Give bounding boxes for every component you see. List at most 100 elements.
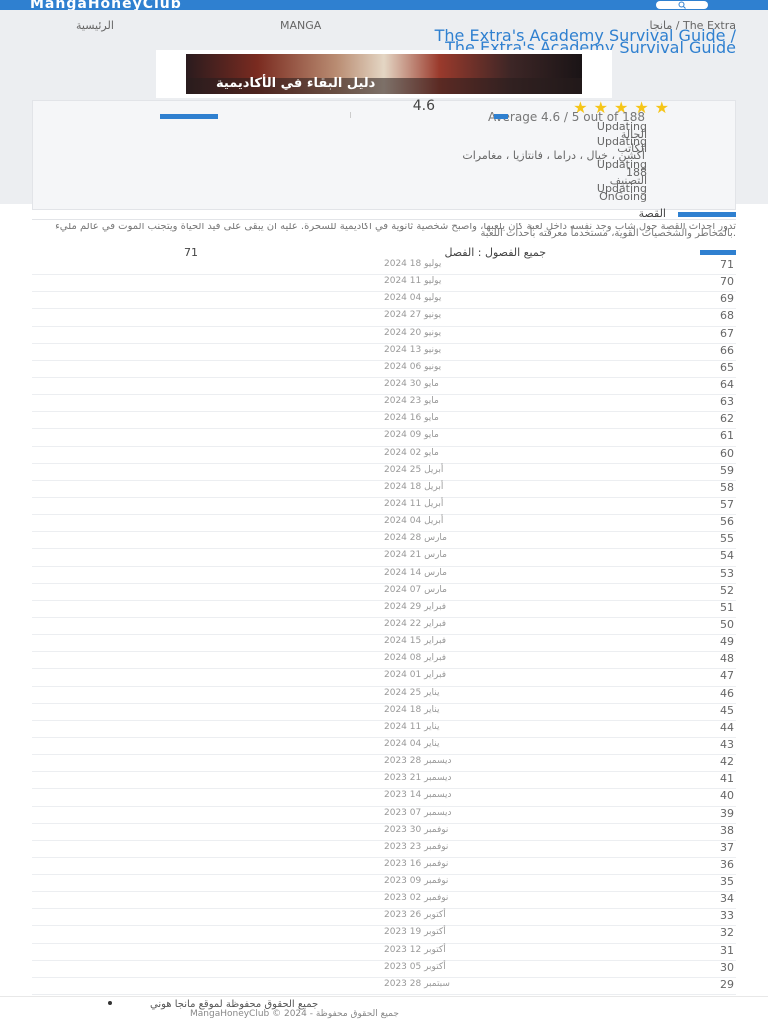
breadcrumb-section[interactable]: MANGA — [280, 20, 321, 31]
chapter-number[interactable]: 34 — [720, 893, 734, 904]
chapters-label: جميع الفصول : الفصل — [444, 246, 546, 259]
chapter-row[interactable]: 2023 ديسمبر 28 42 — [32, 755, 736, 773]
chapter-number[interactable]: 30 — [720, 962, 734, 973]
chapter-number[interactable]: 69 — [720, 293, 734, 304]
chapter-row[interactable]: 2024 مايو 02 60 — [32, 447, 736, 464]
chapter-number[interactable]: 35 — [720, 876, 734, 887]
chapter-row[interactable]: 2024 أبريل 18 58 — [32, 481, 736, 498]
read-first-button[interactable] — [160, 114, 218, 119]
chapter-date: 2024 مايو 30 — [384, 378, 439, 389]
chapter-number[interactable]: 37 — [720, 842, 734, 853]
chapter-row[interactable]: 2023 أكتوبر 05 30 — [32, 961, 736, 978]
chapter-row[interactable]: 2023 نوفمبر 02 34 — [32, 892, 736, 910]
chapter-row[interactable]: 2024 فبراير 08 48 — [32, 652, 736, 670]
chapter-number[interactable]: 42 — [720, 756, 734, 767]
chapter-number[interactable]: 54 — [720, 550, 734, 561]
chapter-row[interactable]: 2024 فبراير 22 50 — [32, 618, 736, 636]
chapter-number[interactable]: 59 — [720, 465, 734, 476]
chapter-row[interactable]: 2023 نوفمبر 30 38 — [32, 824, 736, 841]
chapter-row[interactable]: 2024 يناير 11 44 — [32, 721, 736, 738]
chapter-row[interactable]: 2024 فبراير 29 51 — [32, 601, 736, 618]
chapter-row[interactable]: 2024 مارس 14 53 — [32, 567, 736, 584]
chapter-number[interactable]: 57 — [720, 499, 734, 510]
breadcrumb-home[interactable]: الرئيسية — [76, 20, 114, 31]
chapter-date: 2023 ديسمبر 14 — [384, 790, 452, 801]
chapter-number[interactable]: 46 — [720, 688, 734, 699]
chapter-date: 2023 أكتوبر 12 — [384, 944, 446, 955]
chapter-date: 2024 يناير 11 — [384, 721, 440, 732]
search-button[interactable] — [656, 1, 708, 9]
chapter-row[interactable]: 2024 مايو 23 63 — [32, 395, 736, 413]
chapter-number[interactable]: 61 — [720, 430, 734, 441]
chapter-row[interactable]: 2023 ديسمبر 14 40 — [32, 789, 736, 807]
chapter-row[interactable]: 2024 أبريل 04 56 — [32, 515, 736, 533]
chapter-number[interactable]: 63 — [720, 396, 734, 407]
chapter-row[interactable]: 2024 يوليو 04 69 — [32, 292, 736, 310]
chapter-row[interactable]: 2024 يوليو 11 70 — [32, 275, 736, 293]
chapter-number[interactable]: 71 — [720, 259, 734, 270]
chapter-number[interactable]: 41 — [720, 773, 734, 784]
chapter-number[interactable]: 29 — [720, 979, 734, 990]
chapter-number[interactable]: 68 — [720, 310, 734, 321]
chapter-number[interactable]: 32 — [720, 927, 734, 938]
chapter-number[interactable]: 50 — [720, 619, 734, 630]
chapter-row[interactable]: 2024 يناير 18 45 — [32, 704, 736, 721]
chapter-number[interactable]: 65 — [720, 362, 734, 373]
chapter-row[interactable]: 2024 مارس 28 55 — [32, 532, 736, 550]
chapter-row[interactable]: 2024 فبراير 15 49 — [32, 635, 736, 653]
chapter-number[interactable]: 62 — [720, 413, 734, 424]
chapter-number[interactable]: 53 — [720, 568, 734, 579]
chapter-number[interactable]: 64 — [720, 379, 734, 390]
chapter-number[interactable]: 38 — [720, 825, 734, 836]
chapter-number[interactable]: 51 — [720, 602, 734, 613]
chapter-row[interactable]: 2023 نوفمبر 16 36 — [32, 858, 736, 876]
chapter-row[interactable]: 2024 أبريل 25 59 — [32, 464, 736, 481]
chapter-number[interactable]: 49 — [720, 636, 734, 647]
chapter-number[interactable]: 43 — [720, 739, 734, 750]
chapter-number[interactable]: 60 — [720, 448, 734, 459]
chapter-row[interactable]: 2024 مارس 07 52 — [32, 584, 736, 601]
chapter-number[interactable]: 55 — [720, 533, 734, 544]
chapter-number[interactable]: 40 — [720, 790, 734, 801]
top-bar: MangaHoneyClub — [0, 0, 768, 12]
chapter-row[interactable]: 2024 يونيو 13 66 — [32, 344, 736, 361]
chapter-row[interactable]: 2023 سبتمبر 28 29 — [32, 978, 736, 996]
chapter-row[interactable]: 2024 أبريل 11 57 — [32, 498, 736, 516]
chapter-date: 2023 نوفمبر 02 — [384, 893, 449, 904]
chapter-row[interactable]: 2024 يناير 04 43 — [32, 738, 736, 756]
chapter-number[interactable]: 70 — [720, 276, 734, 287]
chapter-row[interactable]: 2023 نوفمبر 23 37 — [32, 841, 736, 858]
chapter-number[interactable]: 36 — [720, 859, 734, 870]
chapter-row[interactable]: 2024 مارس 21 54 — [32, 549, 736, 567]
chapter-row[interactable]: 2024 يونيو 06 65 — [32, 361, 736, 378]
chapter-number[interactable]: 58 — [720, 482, 734, 493]
chapter-number[interactable]: 44 — [720, 722, 734, 733]
chapter-number[interactable]: 39 — [720, 808, 734, 819]
chapter-number[interactable]: 45 — [720, 705, 734, 716]
chapter-row[interactable]: 2024 يونيو 20 67 — [32, 327, 736, 344]
chapter-row[interactable]: 2023 ديسمبر 07 39 — [32, 807, 736, 824]
chapter-row[interactable]: 2023 أكتوبر 19 32 — [32, 926, 736, 944]
chapter-row[interactable]: 2024 مايو 09 61 — [32, 429, 736, 447]
chapter-row[interactable]: 2023 نوفمبر 09 35 — [32, 875, 736, 893]
chapter-date: 2024 فبراير 08 — [384, 653, 447, 664]
chapter-number[interactable]: 67 — [720, 328, 734, 339]
chapter-number[interactable]: 52 — [720, 585, 734, 596]
chapter-row[interactable]: 2023 ديسمبر 21 41 — [32, 772, 736, 790]
chapter-row[interactable]: 2024 يوليو 18 71 — [32, 258, 736, 276]
chapter-number[interactable]: 47 — [720, 670, 734, 681]
chapter-number[interactable]: 33 — [720, 910, 734, 921]
chapter-number[interactable]: 48 — [720, 653, 734, 664]
chapter-row[interactable]: 2023 أكتوبر 12 31 — [32, 944, 736, 961]
chapter-row[interactable]: 2024 يونيو 27 68 — [32, 309, 736, 327]
chapter-number[interactable]: 66 — [720, 345, 734, 356]
chapter-row[interactable]: 2023 أكتوبر 26 33 — [32, 909, 736, 927]
chapter-row[interactable]: 2024 مايو 16 62 — [32, 412, 736, 430]
chapter-number[interactable]: 56 — [720, 516, 734, 527]
chapter-date: 2024 مايو 23 — [384, 396, 439, 407]
chapter-row[interactable]: 2024 مايو 30 64 — [32, 378, 736, 396]
chapter-number[interactable]: 31 — [720, 945, 734, 956]
chapter-row[interactable]: 2024 فبراير 01 47 — [32, 669, 736, 687]
chapter-row[interactable]: 2024 يناير 25 46 — [32, 687, 736, 704]
read-last-button[interactable] — [494, 114, 508, 119]
